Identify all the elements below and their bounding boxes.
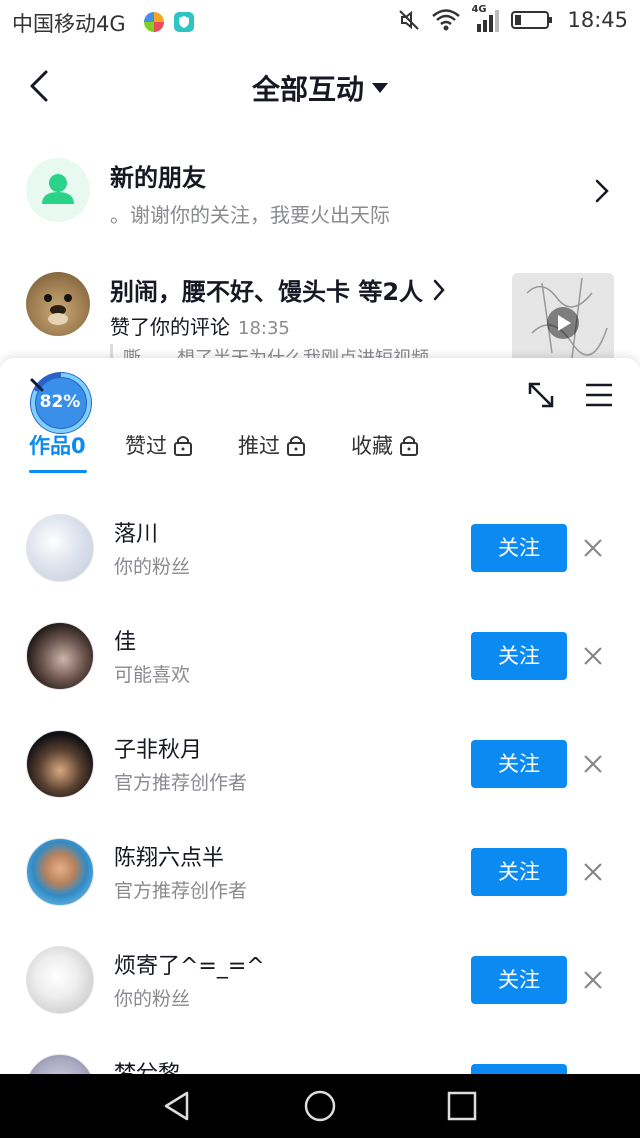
user-name[interactable]: 佳 <box>114 624 136 656</box>
header: 全部互动 <box>0 44 640 128</box>
recommendation-sheet: 82% 作品0 赞过 推过 收藏 落川 你的粉丝 关注 佳 可能喜欢 关注 子非… <box>0 358 640 1074</box>
list-item[interactable]: 梦兮黎 关注 <box>0 1038 640 1074</box>
system-nav-bar <box>0 1074 640 1138</box>
notification-time: 18:35 <box>238 318 290 339</box>
likers-title: 别闹，腰不好、馒头卡 等2人 <box>110 278 424 306</box>
recommend-reason: 你的粉丝 <box>114 556 191 578</box>
list-item[interactable]: 佳 可能喜欢 关注 <box>0 606 640 714</box>
follow-button[interactable]: 关注 <box>471 1064 567 1074</box>
battery-icon <box>511 11 553 29</box>
close-icon[interactable] <box>582 753 604 775</box>
progress-label: 82% <box>39 392 81 412</box>
list-item[interactable]: 落川 你的粉丝 关注 <box>0 498 640 606</box>
avatar[interactable] <box>26 946 94 1014</box>
status-bar: 中国移动4G 4G 18:45 <box>0 0 640 44</box>
new-friends-title: 新的朋友 <box>110 164 206 192</box>
chevron-right-icon <box>595 179 609 203</box>
tab-works[interactable]: 作品0 <box>29 430 86 460</box>
avatar[interactable] <box>26 838 94 906</box>
expand-icon[interactable] <box>524 378 558 412</box>
app-color-icon <box>144 12 164 32</box>
follow-button[interactable]: 关注 <box>471 956 567 1004</box>
active-tab-indicator <box>29 470 87 473</box>
avatar[interactable] <box>26 622 94 690</box>
user-name[interactable]: 落川 <box>114 516 158 548</box>
avatar[interactable] <box>26 1054 94 1074</box>
list-item[interactable]: 陈翔六点半 官方推荐创作者 关注 <box>0 822 640 930</box>
close-icon[interactable] <box>582 969 604 991</box>
follow-button[interactable]: 关注 <box>471 848 567 896</box>
otter-avatar[interactable] <box>26 272 90 336</box>
recommend-reason: 官方推荐创作者 <box>114 772 248 794</box>
video-thumbnail[interactable] <box>512 273 614 363</box>
clock: 18:45 <box>567 8 628 32</box>
lock-icon <box>287 436 305 456</box>
new-friends-row[interactable]: 新的朋友 。谢谢你的关注，我要火出天际 <box>0 128 640 238</box>
page-title: 全部互动 <box>251 73 364 106</box>
follow-button[interactable]: 关注 <box>471 524 567 572</box>
avatar[interactable] <box>26 514 94 582</box>
recommend-reason: 你的粉丝 <box>114 988 191 1010</box>
follow-button[interactable]: 关注 <box>471 740 567 788</box>
list-item[interactable]: 子非秋月 官方推荐创作者 关注 <box>0 714 640 822</box>
mute-icon <box>399 10 420 30</box>
user-name[interactable]: 烦寄了^=_=^ <box>114 948 265 980</box>
recommend-reason: 官方推荐创作者 <box>114 880 248 902</box>
shield-app-icon <box>174 12 194 32</box>
list-item[interactable]: 烦寄了^=_=^ 你的粉丝 关注 <box>0 930 640 1038</box>
tab-recommended[interactable]: 推过 <box>238 430 306 460</box>
signal-icon: 4G <box>471 4 501 34</box>
close-icon[interactable] <box>582 645 604 667</box>
new-friends-subtitle: 。谢谢你的关注，我要火出天际 <box>110 203 390 227</box>
user-name[interactable]: 梦兮黎 <box>114 1056 180 1074</box>
like-action: 赞了你的评论 18:35 <box>110 315 290 339</box>
user-name[interactable]: 陈翔六点半 <box>114 840 224 872</box>
chevron-right-icon <box>433 279 445 301</box>
recommend-reason: 可能喜欢 <box>114 664 191 686</box>
person-icon <box>42 174 74 204</box>
lock-icon <box>400 436 418 456</box>
wifi-icon <box>432 9 461 31</box>
user-name[interactable]: 子非秋月 <box>114 732 202 764</box>
follow-button[interactable]: 关注 <box>471 632 567 680</box>
interaction-filter-dropdown[interactable]: 全部互动 <box>0 68 640 108</box>
close-icon[interactable] <box>582 861 604 883</box>
new-friends-avatar <box>26 158 90 222</box>
tab-favorites[interactable]: 收藏 <box>351 430 419 460</box>
tab-liked[interactable]: 赞过 <box>125 430 193 460</box>
menu-icon[interactable] <box>584 382 614 408</box>
nav-back-icon[interactable] <box>160 1088 196 1124</box>
close-icon[interactable] <box>582 537 604 559</box>
carrier-label: 中国移动4G <box>12 12 126 36</box>
nav-home-icon[interactable] <box>302 1088 338 1124</box>
lock-icon <box>174 436 192 456</box>
profile-tabs: 作品0 赞过 推过 收藏 <box>0 430 640 476</box>
avatar[interactable] <box>26 730 94 798</box>
nav-recents-icon[interactable] <box>444 1088 480 1124</box>
caret-down-icon <box>372 83 388 93</box>
